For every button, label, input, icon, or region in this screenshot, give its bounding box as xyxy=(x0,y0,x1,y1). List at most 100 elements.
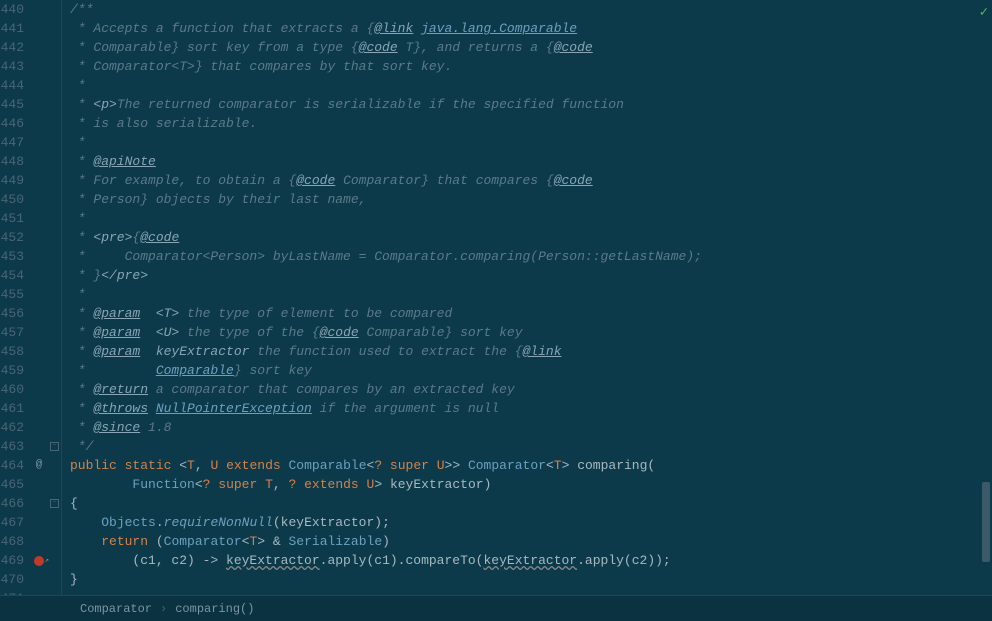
code-line[interactable]: } xyxy=(70,570,992,589)
code-line[interactable]: * xyxy=(70,133,992,152)
code-line[interactable]: * @throws NullPointerException if the ar… xyxy=(70,399,992,418)
line-number: 446 xyxy=(0,114,24,133)
line-number: 453 xyxy=(0,247,24,266)
fold-toggle xyxy=(48,304,61,323)
line-number: 470 xyxy=(0,570,24,589)
gutter-mark xyxy=(30,399,48,418)
gutter-mark xyxy=(30,171,48,190)
line-number: 459 xyxy=(0,361,24,380)
fold-toggle xyxy=(48,57,61,76)
line-number: 462 xyxy=(0,418,24,437)
code-line[interactable]: * Person} objects by their last name, xyxy=(70,190,992,209)
code-line[interactable]: * @return a comparator that compares by … xyxy=(70,380,992,399)
gutter-mark xyxy=(30,361,48,380)
fold-gutter[interactable]: −− xyxy=(48,0,62,595)
code-area[interactable]: /** * Accepts a function that extracts a… xyxy=(62,0,992,595)
code-line[interactable]: Function<? super T, ? extends U> keyExtr… xyxy=(70,475,992,494)
code-line[interactable]: /** xyxy=(70,0,992,19)
code-line[interactable]: * @param keyExtractor the function used … xyxy=(70,342,992,361)
code-line[interactable]: * @apiNote xyxy=(70,152,992,171)
line-number: 447 xyxy=(0,133,24,152)
fold-toggle xyxy=(48,285,61,304)
line-number: 451 xyxy=(0,209,24,228)
line-number: 452 xyxy=(0,228,24,247)
gutter-mark xyxy=(30,209,48,228)
fold-minus-icon[interactable]: − xyxy=(50,499,59,508)
code-line[interactable]: * xyxy=(70,209,992,228)
fold-toggle xyxy=(48,513,61,532)
code-line[interactable]: return (Comparator<T> & Serializable) xyxy=(70,532,992,551)
fold-toggle[interactable]: − xyxy=(48,494,61,513)
code-line[interactable]: public static <T, U extends Comparable<?… xyxy=(70,456,992,475)
gutter-mark xyxy=(30,380,48,399)
breadcrumb-separator: › xyxy=(160,602,167,616)
line-number: 448 xyxy=(0,152,24,171)
code-line[interactable]: * Comparable} sort key from a type {@cod… xyxy=(70,38,992,57)
fold-minus-icon[interactable]: − xyxy=(50,442,59,451)
code-line[interactable]: * For example, to obtain a {@code Compar… xyxy=(70,171,992,190)
line-number: 441 xyxy=(0,19,24,38)
gutter-mark xyxy=(30,437,48,456)
gutter-mark xyxy=(30,304,48,323)
gutter-mark xyxy=(30,190,48,209)
gutter-mark xyxy=(30,228,48,247)
code-line[interactable]: Objects.requireNonNull(keyExtractor); xyxy=(70,513,992,532)
code-line[interactable]: * Comparator<T>} that compares by that s… xyxy=(70,57,992,76)
gutter-mark xyxy=(30,19,48,38)
line-number: 443 xyxy=(0,57,24,76)
breadcrumb-item[interactable]: comparing() xyxy=(175,602,254,616)
line-number: 440 xyxy=(0,0,24,19)
code-line[interactable]: * xyxy=(70,285,992,304)
code-line[interactable]: * is also serializable. xyxy=(70,114,992,133)
line-number: 464 xyxy=(0,456,24,475)
code-line[interactable]: * @param <U> the type of the {@code Comp… xyxy=(70,323,992,342)
fold-toggle[interactable]: − xyxy=(48,437,61,456)
code-line[interactable]: (c1, c2) -> keyExtractor.apply(c1).compa… xyxy=(70,551,992,570)
code-line[interactable]: * <pre>{@code xyxy=(70,228,992,247)
fold-toggle xyxy=(48,190,61,209)
code-line[interactable]: * Comparator<Person> byLastName = Compar… xyxy=(70,247,992,266)
line-number: 445 xyxy=(0,95,24,114)
line-number: 466 xyxy=(0,494,24,513)
fold-toggle xyxy=(48,323,61,342)
fold-toggle xyxy=(48,228,61,247)
gutter-mark xyxy=(30,38,48,57)
code-line[interactable]: * }</pre> xyxy=(70,266,992,285)
breadcrumb-item[interactable]: Comparator xyxy=(80,602,152,616)
code-line[interactable]: * Comparable} sort key xyxy=(70,361,992,380)
fold-toggle xyxy=(48,551,61,570)
code-line[interactable]: * xyxy=(70,76,992,95)
gutter-mark xyxy=(30,285,48,304)
inspection-ok-icon[interactable]: ✓ xyxy=(980,4,988,21)
line-number: 458 xyxy=(0,342,24,361)
code-line[interactable]: */ xyxy=(70,437,992,456)
line-number: 468 xyxy=(0,532,24,551)
code-line[interactable]: { xyxy=(70,494,992,513)
scroll-thumb[interactable] xyxy=(982,482,990,562)
gutter-mark xyxy=(30,418,48,437)
fold-toggle xyxy=(48,19,61,38)
gutter-mark xyxy=(30,152,48,171)
fold-toggle xyxy=(48,532,61,551)
fold-toggle xyxy=(48,456,61,475)
fold-toggle xyxy=(48,266,61,285)
fold-toggle xyxy=(48,361,61,380)
line-number: 463 xyxy=(0,437,24,456)
override-icon[interactable]: @ xyxy=(30,456,48,475)
breakpoint-icon[interactable] xyxy=(30,551,48,570)
marks-gutter[interactable]: @ xyxy=(30,0,48,595)
fold-toggle xyxy=(48,209,61,228)
code-line[interactable]: * @param <T> the type of element to be c… xyxy=(70,304,992,323)
code-line[interactable]: * Accepts a function that extracts a {@l… xyxy=(70,19,992,38)
fold-toggle xyxy=(48,475,61,494)
vertical-scrollbar[interactable] xyxy=(980,0,990,595)
code-editor[interactable]: 4404414424434444454464474484494504514524… xyxy=(0,0,992,595)
code-line[interactable]: * @since 1.8 xyxy=(70,418,992,437)
line-number: 450 xyxy=(0,190,24,209)
code-line[interactable]: * <p>The returned comparator is serializ… xyxy=(70,95,992,114)
gutter-mark xyxy=(30,323,48,342)
gutter-mark xyxy=(30,494,48,513)
line-number: 444 xyxy=(0,76,24,95)
line-number: 455 xyxy=(0,285,24,304)
breadcrumb[interactable]: Comparator › comparing() xyxy=(0,595,992,621)
